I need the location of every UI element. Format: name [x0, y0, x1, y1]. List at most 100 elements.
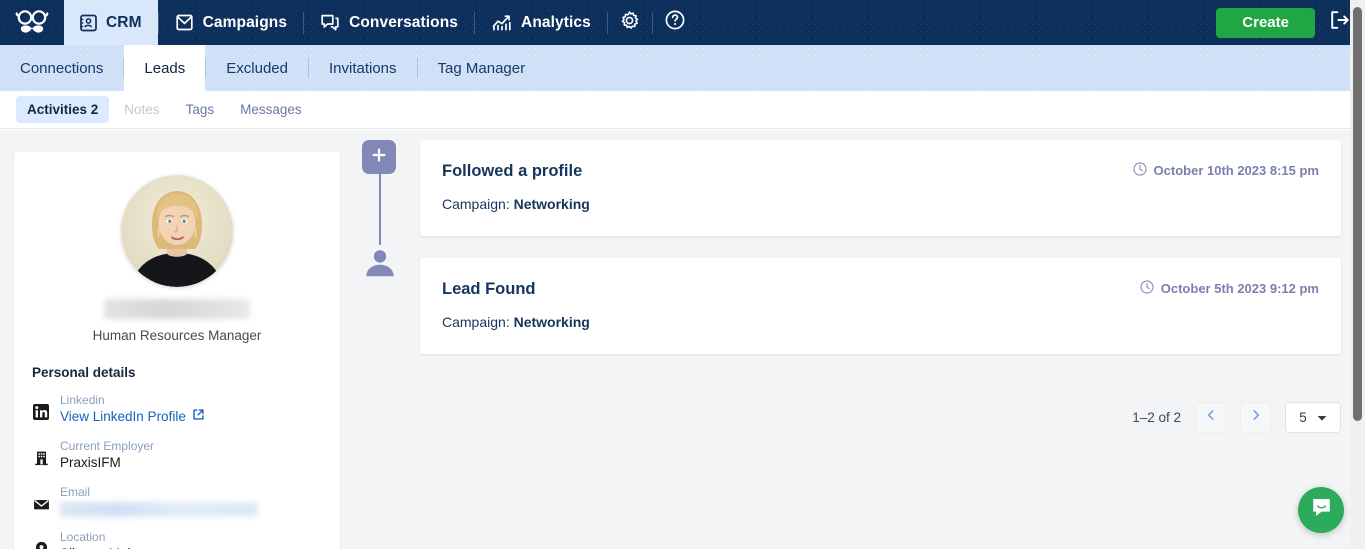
- activity-card[interactable]: Lead Found October 5th 2023 9:12 pm Camp…: [420, 258, 1341, 354]
- glasses-mustache-logo-icon: [15, 9, 49, 33]
- timeline-person-marker: [362, 247, 398, 284]
- tab-tag-manager[interactable]: Tag Manager: [418, 45, 546, 91]
- chevron-left-icon: [1204, 408, 1218, 427]
- nav-item-analytics-label: Analytics: [521, 13, 591, 31]
- nav-item-campaigns-label: Campaigns: [202, 13, 288, 31]
- detail-location-value: Sliema, Malta: [60, 545, 142, 549]
- activity-campaign: Campaign: Networking: [442, 196, 1319, 212]
- chat-bubbles-icon: [320, 13, 340, 32]
- view-linkedin-profile-link[interactable]: View LinkedIn Profile: [60, 408, 205, 426]
- lead-profile-card: Human Resources Manager Personal details…: [14, 152, 340, 549]
- chevron-right-icon: [1249, 408, 1263, 427]
- caret-down-icon: [1317, 410, 1327, 425]
- subtab-activities[interactable]: Activities 2: [16, 96, 110, 123]
- lead-name-redacted: [104, 299, 250, 319]
- bar-chart-icon: [491, 13, 512, 32]
- activity-title: Lead Found: [442, 280, 536, 298]
- page-scrollbar-thumb[interactable]: [1353, 7, 1362, 421]
- activity-timestamp: October 5th 2023 9:12 pm: [1140, 280, 1319, 297]
- detail-email-content: Email: [60, 485, 258, 517]
- section-tab-bar: Connections Leads Excluded Invitations T…: [0, 45, 1365, 91]
- clock-icon: [1140, 280, 1154, 297]
- page-size-value: 5: [1299, 410, 1307, 425]
- activity-card-header: Followed a profile October 10th 2023 8:1…: [442, 162, 1319, 181]
- detail-employer-value: PraxisIFM: [60, 455, 121, 470]
- avatar[interactable]: [121, 175, 233, 287]
- location-pin-icon: [32, 539, 50, 549]
- pagination-range: 1–2 of 2: [1132, 410, 1181, 425]
- nav-item-campaigns[interactable]: Campaigns: [159, 0, 303, 45]
- activity-card-header: Lead Found October 5th 2023 9:12 pm: [442, 280, 1319, 299]
- create-button[interactable]: Create: [1216, 7, 1315, 38]
- contact-card-icon: [80, 14, 97, 32]
- nav-item-crm[interactable]: CRM: [64, 0, 158, 45]
- app-logo[interactable]: [0, 0, 64, 45]
- detail-location-label: Location: [60, 530, 106, 544]
- settings-button[interactable]: [608, 0, 652, 45]
- detail-email-value-redacted: [60, 502, 258, 517]
- external-link-icon: [192, 408, 205, 426]
- activity-campaign-label: Campaign:: [442, 196, 510, 212]
- activity-timestamp-label: October 5th 2023 9:12 pm: [1160, 281, 1319, 296]
- subtab-notes-label: Notes: [124, 102, 160, 117]
- person-icon: [364, 247, 396, 284]
- profile-photo-image: [121, 175, 233, 287]
- page-size-select[interactable]: 5: [1285, 402, 1341, 433]
- chat-widget-button[interactable]: [1298, 487, 1344, 533]
- detail-row-linkedin: Linkedin View LinkedIn Profile: [32, 393, 340, 426]
- add-activity-button[interactable]: [362, 140, 396, 174]
- detail-linkedin-content: Linkedin View LinkedIn Profile: [60, 393, 205, 426]
- envelope-icon: [175, 13, 194, 32]
- top-navigation-bar: CRM Campaigns Conversations Analytics Cr…: [0, 0, 1365, 45]
- page-scrollbar-track[interactable]: [1350, 0, 1365, 549]
- nav-item-crm-label: CRM: [106, 13, 142, 31]
- detail-employer-content: Current Employer PraxisIFM: [60, 439, 154, 472]
- envelope-icon: [32, 494, 50, 514]
- activity-campaign-value: Networking: [513, 314, 590, 330]
- gear-icon: [619, 10, 640, 36]
- personal-details-title: Personal details: [32, 365, 136, 380]
- plus-icon: [371, 147, 387, 168]
- tab-excluded[interactable]: Excluded: [206, 45, 308, 91]
- pagination-next-button[interactable]: [1240, 402, 1271, 433]
- chat-bubble-smile-icon: [1309, 495, 1334, 525]
- nav-item-analytics[interactable]: Analytics: [475, 0, 607, 45]
- activity-timestamp-label: October 10th 2023 8:15 pm: [1153, 163, 1319, 178]
- subtab-notes[interactable]: Notes: [113, 96, 170, 123]
- activity-timestamp: October 10th 2023 8:15 pm: [1132, 162, 1319, 179]
- activity-timeline: [362, 140, 398, 284]
- activity-campaign-value: Networking: [513, 196, 590, 212]
- pagination-prev-button[interactable]: [1195, 402, 1226, 433]
- tab-invitations-label: Invitations: [328, 59, 397, 77]
- page-body: Human Resources Manager Personal details…: [0, 130, 1365, 549]
- tab-connections-label: Connections: [20, 59, 104, 77]
- activity-card[interactable]: Followed a profile October 10th 2023 8:1…: [420, 140, 1341, 236]
- help-button[interactable]: [653, 0, 697, 45]
- tab-leads-label: Leads: [144, 59, 186, 77]
- subtab-activities-label: Activities 2: [27, 102, 99, 117]
- tab-leads[interactable]: Leads: [124, 45, 206, 91]
- tab-connections[interactable]: Connections: [0, 45, 123, 91]
- subtab-tags-label: Tags: [185, 102, 215, 117]
- sub-tab-bar: Activities 2 Notes Tags Messages: [0, 91, 1365, 129]
- nav-item-conversations[interactable]: Conversations: [304, 0, 474, 45]
- tab-excluded-label: Excluded: [226, 59, 288, 77]
- lead-headline: Human Resources Manager: [92, 328, 262, 343]
- subtab-messages-label: Messages: [240, 102, 302, 117]
- linkedin-icon: [32, 402, 50, 422]
- activity-title: Followed a profile: [442, 162, 583, 180]
- subtab-messages[interactable]: Messages: [229, 96, 313, 123]
- building-icon: [32, 448, 50, 468]
- detail-employer-label: Current Employer: [60, 439, 155, 453]
- tab-invitations[interactable]: Invitations: [309, 45, 417, 91]
- timeline-connector: [379, 174, 381, 245]
- logout-icon: [1329, 10, 1351, 35]
- subtab-tags[interactable]: Tags: [175, 96, 226, 123]
- detail-row-current-employer: Current Employer PraxisIFM: [32, 439, 340, 472]
- view-linkedin-profile-label: View LinkedIn Profile: [60, 409, 186, 424]
- activity-campaign: Campaign: Networking: [442, 314, 1319, 330]
- question-circle-icon: [664, 9, 686, 36]
- app-root: CRM Campaigns Conversations Analytics Cr…: [0, 0, 1365, 549]
- pagination: 1–2 of 2 5: [1132, 402, 1341, 433]
- activity-campaign-label: Campaign:: [442, 314, 510, 330]
